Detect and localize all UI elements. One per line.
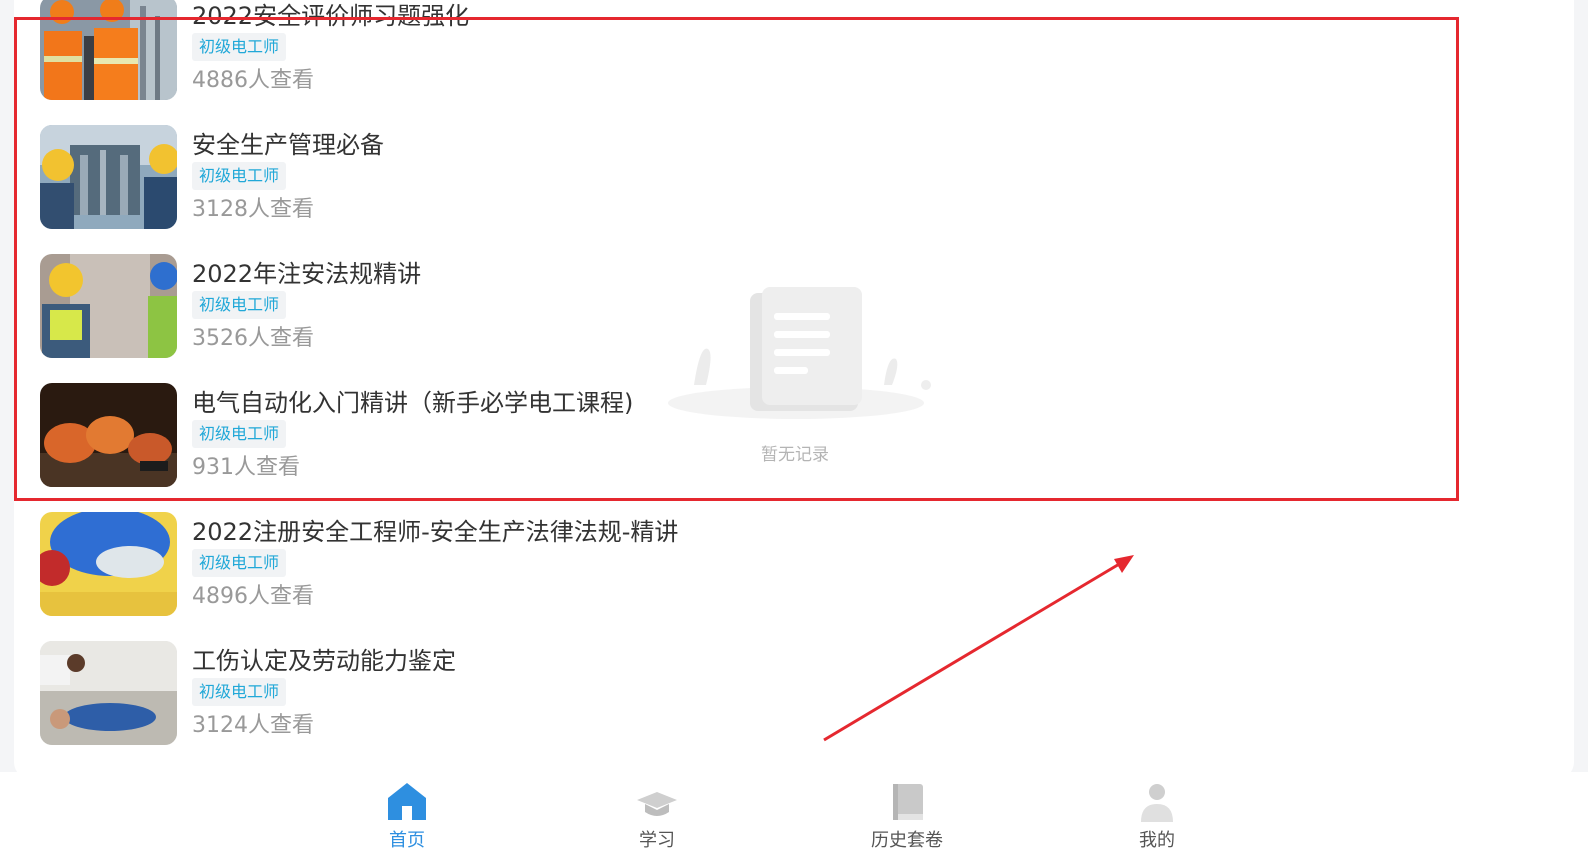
nav-item-study[interactable]: 学习 [597,780,717,860]
course-title: 2022安全评价师习题强化 [192,2,470,30]
course-thumbnail [40,512,177,616]
course-title: 工伤认定及劳动能力鉴定 [192,647,456,675]
app-screen: 2022安全评价师习题强化 初级电工师 4886人查看 安全生产管理必备 初级电… [0,0,1588,863]
nav-item-mine[interactable]: 我的 [1097,780,1217,860]
document-scroll-icon [668,287,931,419]
course-thumbnail [40,254,177,358]
course-views: 4886人查看 [192,68,314,93]
nav-item-home[interactable]: 首页 [347,780,467,860]
course-item[interactable]: 工伤认定及劳动能力鉴定 初级电工师 3124人查看 [40,641,940,745]
course-views: 4896人查看 [192,584,314,609]
book-icon [893,784,923,820]
course-title: 2022注册安全工程师-安全生产法律法规-精讲 [192,518,679,546]
empty-state-text: 暂无记录 [761,445,829,465]
course-tag: 初级电工师 [192,162,287,190]
nav-label: 我的 [1139,830,1175,851]
course-info: 2022安全评价师习题强化 初级电工师 4886人查看 [192,0,892,100]
graduation-cap-icon [637,792,677,816]
course-views: 3128人查看 [192,197,314,222]
course-item[interactable]: 2022安全评价师习题强化 初级电工师 4886人查看 [40,0,940,100]
course-title: 安全生产管理必备 [192,131,384,159]
course-tag: 初级电工师 [192,291,287,319]
empty-state: 暂无记录 [664,285,944,475]
course-views: 3526人查看 [192,326,314,351]
course-tag: 初级电工师 [192,678,287,706]
course-item[interactable]: 2022注册安全工程师-安全生产法律法规-精讲 初级电工师 4896人查看 [40,512,940,616]
course-thumbnail [40,641,177,745]
course-item[interactable]: 安全生产管理必备 初级电工师 3128人查看 [40,125,940,229]
course-tag: 初级电工师 [192,33,287,61]
course-tag: 初级电工师 [192,420,287,448]
course-title: 2022年注安法规精讲 [192,260,422,288]
course-tag: 初级电工师 [192,549,287,577]
course-views: 931人查看 [192,455,300,480]
course-info: 2022注册安全工程师-安全生产法律法规-精讲 初级电工师 4896人查看 [192,512,892,616]
user-icon [1141,784,1173,822]
nav-item-history-papers[interactable]: 历史套卷 [847,780,967,860]
nav-label: 首页 [389,830,425,851]
course-views: 3124人查看 [192,713,314,738]
course-thumbnail [40,125,177,229]
course-thumbnail [40,383,177,487]
course-info: 安全生产管理必备 初级电工师 3128人查看 [192,125,892,229]
home-icon [388,783,426,820]
course-thumbnail [40,0,177,100]
course-list-card: 2022安全评价师习题强化 初级电工师 4886人查看 安全生产管理必备 初级电… [14,0,1574,780]
nav-label: 学习 [639,830,675,851]
course-title: 电气自动化入门精讲（新手必学电工课程) [192,389,634,417]
course-info: 工伤认定及劳动能力鉴定 初级电工师 3124人查看 [192,641,892,745]
bottom-nav: 首页 学习 历史套卷 我的 [0,772,1588,863]
nav-label: 历史套卷 [871,830,943,851]
